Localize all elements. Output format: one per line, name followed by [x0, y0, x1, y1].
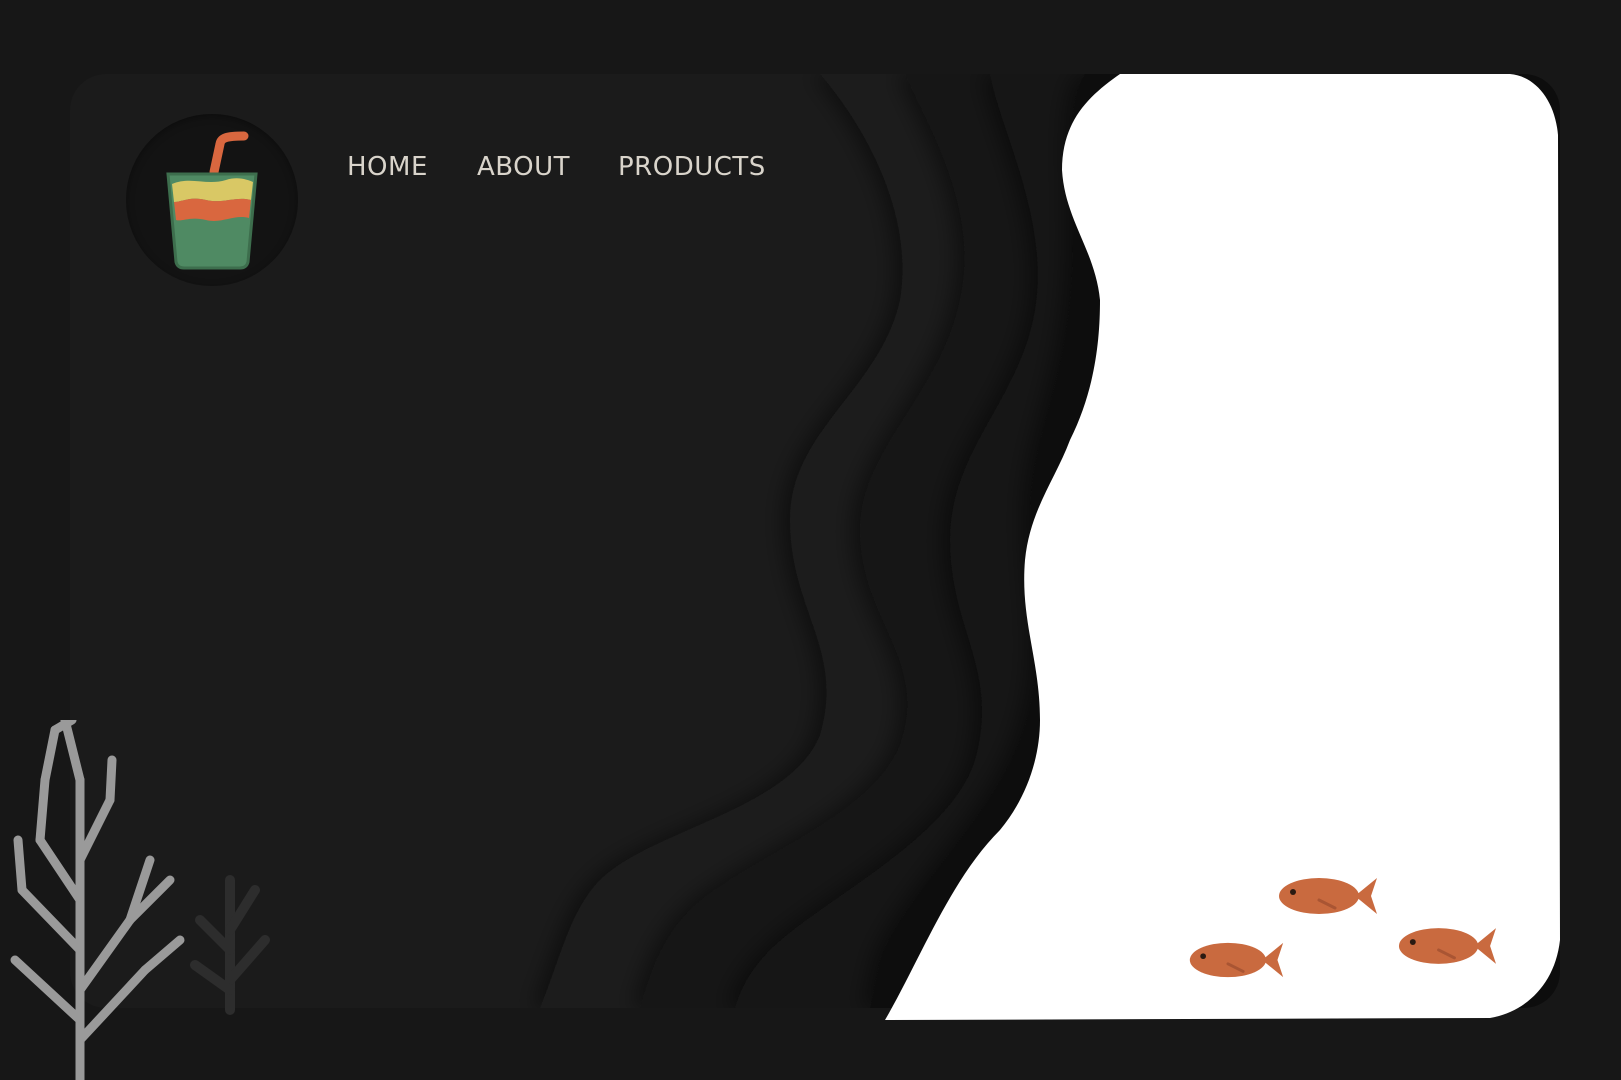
logo[interactable]	[126, 114, 298, 286]
fish-icon	[1398, 928, 1497, 964]
nav-products-link[interactable]: PRODUCTS	[618, 147, 778, 187]
nav-home-link[interactable]: HOME	[347, 147, 477, 187]
seaweed-icon	[10, 720, 270, 1080]
fish-icon	[1189, 942, 1284, 978]
main-nav: HOME ABOUT PRODUCTS	[347, 147, 778, 187]
fish-icon	[1279, 878, 1377, 914]
nav-about-link[interactable]: ABOUT	[477, 147, 618, 187]
drink-cup-icon	[166, 131, 258, 270]
landing-page: HOME ABOUT PRODUCTS	[0, 0, 1621, 1080]
